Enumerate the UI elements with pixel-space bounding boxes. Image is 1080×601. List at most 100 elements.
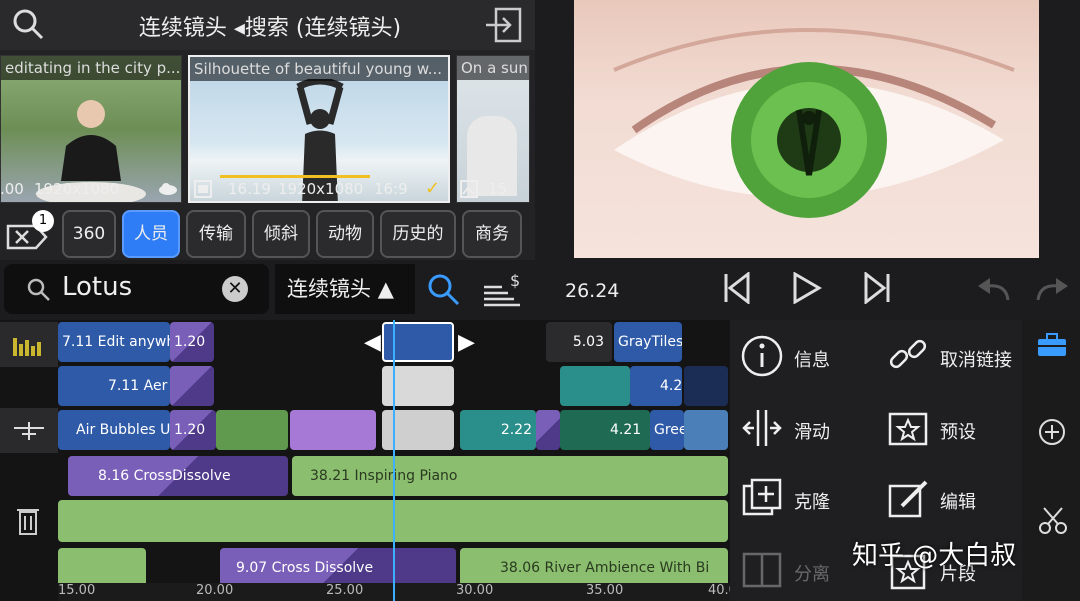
timeline-clip[interactable]: [290, 410, 376, 450]
svg-text:$: $: [510, 272, 520, 290]
audio-clip[interactable]: [58, 548, 146, 588]
exit-icon[interactable]: [484, 6, 524, 44]
preset-star-icon: [888, 412, 928, 446]
transition-clip[interactable]: 8.16 CrossDissolve: [68, 456, 288, 496]
undo-icon[interactable]: [976, 276, 1012, 304]
timeline-clip[interactable]: Air Bubbles U: [58, 410, 170, 450]
redo-icon[interactable]: [1034, 276, 1070, 304]
sort-price-icon[interactable]: $: [482, 272, 522, 308]
film-icon: [194, 180, 212, 198]
skip-back-icon[interactable]: [722, 272, 752, 304]
search-icon: [27, 278, 50, 301]
slide-label: 滑动: [794, 422, 830, 443]
trash-icon[interactable]: [16, 506, 40, 536]
tag-animals[interactable]: 动物: [316, 210, 374, 258]
clone-label: 克隆: [794, 492, 830, 513]
split-label: 分离: [794, 564, 830, 585]
clip-aspect: 16:9: [374, 180, 408, 198]
anchor-track-icon[interactable]: [12, 420, 46, 442]
category-dropdown[interactable]: 连续镜头 ▲: [275, 264, 415, 314]
clip-resolution: 1920x1080: [278, 180, 364, 198]
add-icon[interactable]: [1038, 418, 1066, 446]
scissors-icon[interactable]: [1038, 506, 1068, 536]
timeline-clip[interactable]: Gree: [650, 410, 684, 450]
tag-historical[interactable]: 历史的: [380, 210, 456, 258]
timeline-clip[interactable]: [684, 410, 728, 450]
timeline-clip[interactable]: GrayTiles: [614, 322, 682, 362]
audio-meter-icon[interactable]: [12, 332, 42, 358]
clip-duration: .00: [0, 180, 24, 198]
tag-business[interactable]: 商务: [462, 210, 522, 258]
tag-transport[interactable]: 传输: [186, 210, 246, 258]
ruler-tick: 20.00: [196, 583, 234, 598]
transition-clip[interactable]: [536, 410, 560, 450]
clone-icon: [742, 478, 782, 516]
timeline-clip[interactable]: [684, 366, 728, 406]
watermark: 知乎 @大白叔: [852, 541, 1017, 571]
play-icon[interactable]: [792, 272, 822, 304]
unlink-label: 取消链接: [940, 350, 1012, 371]
dropdown-arrow-icon: ▲: [377, 277, 394, 301]
browser-header: 连续镜头 ◂搜索 (连续镜头): [0, 0, 535, 50]
timeline-clip[interactable]: 7.11 Edit anywh: [58, 322, 170, 362]
audio-clip[interactable]: 38.21 Inspiring Piano: [292, 456, 728, 496]
search-icon[interactable]: [426, 272, 462, 308]
tag-people[interactable]: 人员: [122, 210, 180, 258]
unlink-icon: [889, 339, 927, 369]
transition-clip[interactable]: [170, 366, 214, 406]
timeline[interactable]: 7.11 Edit anywh 1.20 ◀ ▶ 5.03 GrayTiles …: [0, 320, 745, 601]
tag-tilt[interactable]: 倾斜: [252, 210, 310, 258]
category-label: 连续镜头: [287, 277, 371, 301]
timeline-clip[interactable]: 7.11 Aer: [58, 366, 170, 406]
timeline-clip[interactable]: 4.2: [630, 366, 682, 406]
info-label: 信息: [794, 350, 830, 371]
video-preview[interactable]: [574, 0, 1039, 258]
search-field[interactable]: Lotus ✕: [4, 264, 269, 314]
trim-right-handle[interactable]: ▶: [458, 330, 475, 355]
timeline-clip[interactable]: [560, 366, 630, 406]
transition-clip[interactable]: 9.07 Cross Dissolve: [220, 548, 456, 588]
search-input[interactable]: Lotus: [62, 272, 132, 302]
clear-search-icon[interactable]: ✕: [222, 276, 248, 302]
audio-clip[interactable]: 38.06 River Ambience With Bi: [460, 548, 728, 588]
ruler-tick: 15.00: [58, 583, 96, 598]
transition-clip[interactable]: 1.20: [170, 322, 214, 362]
lane-header: [0, 408, 58, 453]
image-icon: [460, 180, 478, 198]
timeline-clip[interactable]: 2.22: [460, 410, 536, 450]
toolbox-icon[interactable]: [1036, 332, 1068, 358]
ruler-tick: 35.00: [586, 583, 624, 598]
clip-duration: 16.19: [228, 180, 271, 198]
clear-filter-button[interactable]: 1: [2, 210, 54, 258]
clip-resolution: 1920x1080: [34, 180, 120, 198]
edit-label: 编辑: [940, 492, 976, 513]
trim-left-handle[interactable]: ◀: [364, 330, 381, 355]
eye-preview-image: [613, 28, 1015, 218]
slide-icon: [742, 410, 782, 446]
lane-header: [0, 322, 58, 367]
search-icon[interactable]: [10, 6, 46, 42]
tool-sidebar: [1022, 320, 1080, 601]
filter-count-badge: 1: [32, 210, 54, 232]
ruler-tick: 30.00: [456, 583, 494, 598]
timeline-clip[interactable]: 4.21: [560, 410, 650, 450]
timeline-clip[interactable]: [216, 410, 288, 450]
transition-clip[interactable]: 1.20: [170, 410, 216, 450]
clip-caption: editating in the city p...: [1, 56, 181, 80]
tag-360[interactable]: 360: [62, 210, 116, 258]
info-icon: [741, 335, 783, 377]
preset-label: 预设: [940, 422, 976, 443]
skip-forward-icon[interactable]: [862, 272, 892, 304]
cloud-icon: [159, 183, 177, 195]
timeline-clip[interactable]: 5.03: [546, 322, 612, 362]
playhead[interactable]: [393, 320, 395, 601]
ruler-tick: 25.00: [326, 583, 364, 598]
split-icon: [742, 552, 782, 588]
edit-pencil-icon: [888, 480, 928, 518]
media-browser: 连续镜头 ◂搜索 (连续镜头) editating in the city p.…: [0, 0, 535, 260]
browser-title[interactable]: 连续镜头 ◂搜索 (连续镜头): [100, 10, 440, 42]
clip-caption: Silhouette of beautiful young w...: [190, 57, 448, 81]
timecode: 26.24: [565, 280, 620, 302]
clip-caption: On a sunn: [457, 56, 529, 80]
checkmark-icon: ✓: [425, 178, 441, 199]
